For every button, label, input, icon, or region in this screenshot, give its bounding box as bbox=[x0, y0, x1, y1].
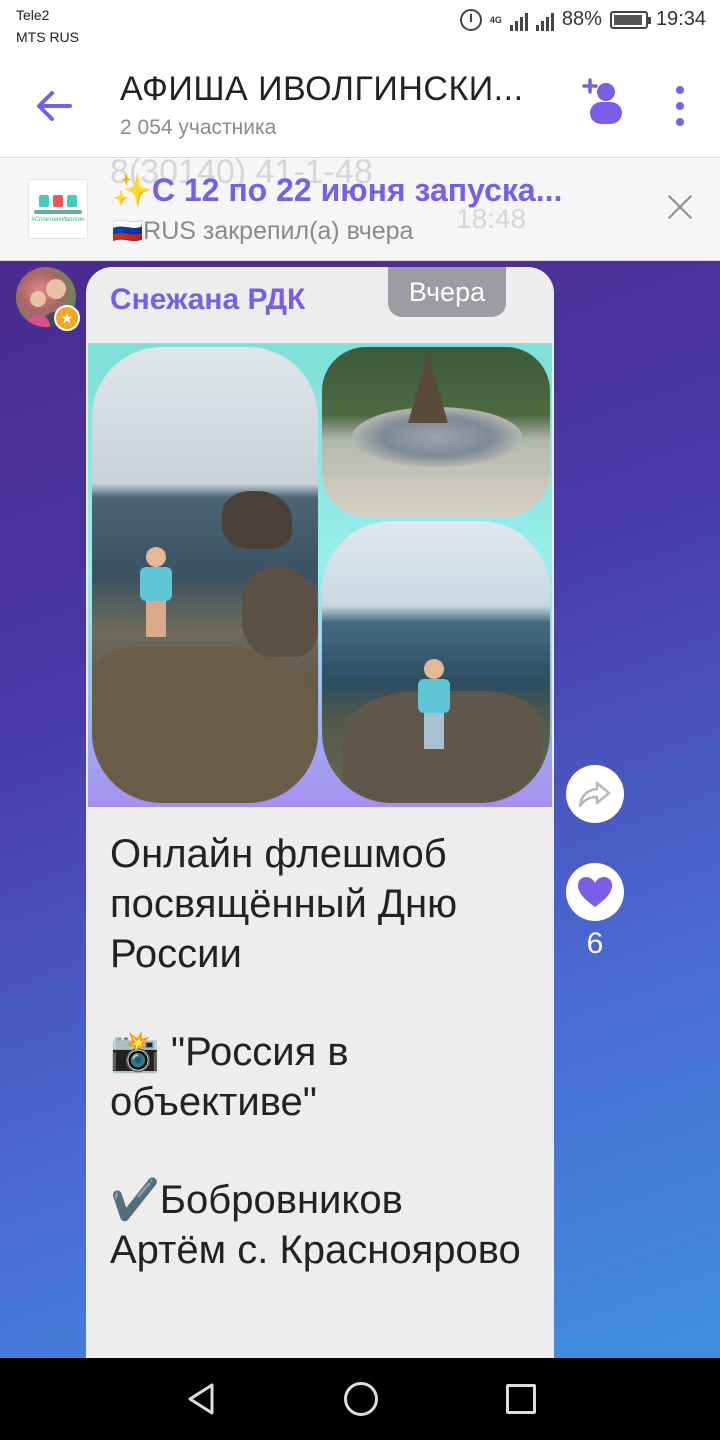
chat-header: АФИША ИВОЛГИНСКИ... 2 054 участника bbox=[0, 52, 720, 158]
system-nav-bar bbox=[0, 1358, 720, 1440]
nav-home-icon[interactable] bbox=[344, 1382, 378, 1416]
sender-name[interactable]: Снежана РДК bbox=[110, 283, 305, 317]
network-type: 4G bbox=[489, 14, 502, 25]
chat-title[interactable]: АФИША ИВОЛГИНСКИ... bbox=[120, 70, 540, 109]
message-line-2: 📸 "Россия в объективе" bbox=[110, 1030, 349, 1124]
date-chip: Вчера bbox=[388, 267, 506, 317]
status-bar: Tele2 MTS RUS 4G 88% 19:34 bbox=[0, 0, 720, 52]
clock: 19:34 bbox=[655, 8, 706, 30]
pinned-message-bar[interactable]: 8(30140) 41-1-48 18:48 #Сплетня#Иволгин … bbox=[0, 153, 720, 261]
status-icons: 4G 88% 19:34 bbox=[459, 8, 706, 31]
carrier-name-1: Tele2 bbox=[16, 7, 50, 23]
pinned-subtitle: 🇷🇺RUS закрепил(а) вчера bbox=[112, 217, 413, 246]
chat-area[interactable]: ★ Снежана РДК Онлайн флешмоб посвящённый… bbox=[0, 261, 720, 1358]
back-arrow-icon[interactable] bbox=[30, 82, 78, 130]
carrier-name-2: MTS RUS bbox=[16, 29, 79, 45]
photo-lake-boy bbox=[322, 521, 550, 803]
more-vertical-icon[interactable] bbox=[664, 86, 696, 126]
star-badge-icon: ★ bbox=[54, 305, 80, 331]
thumbnail-caption: #Сплетня#Иволгин bbox=[31, 217, 85, 223]
close-icon[interactable] bbox=[666, 193, 694, 221]
nav-recents-icon[interactable] bbox=[506, 1384, 536, 1414]
heart-icon bbox=[578, 877, 612, 907]
photo-seashore-boy bbox=[92, 347, 318, 803]
boy-figure-2 bbox=[418, 659, 450, 749]
share-arrow-icon bbox=[578, 781, 611, 808]
boy-figure bbox=[140, 547, 172, 637]
russia-flag-icon: 🇷🇺 bbox=[112, 217, 144, 245]
pinned-thumbnail: #Сплетня#Иволгин bbox=[28, 179, 88, 239]
battery-icon bbox=[609, 10, 651, 29]
photo-collage[interactable] bbox=[88, 343, 552, 807]
like-button[interactable] bbox=[566, 863, 624, 921]
photo-stone-heart bbox=[322, 347, 550, 517]
carrier-info: Tele2 MTS RUS bbox=[16, 4, 79, 48]
battery-percent: 88% bbox=[561, 8, 602, 30]
message-line-3: ✔️Бобровников Артём с. Красноярово bbox=[110, 1178, 521, 1272]
add-participant-icon[interactable] bbox=[576, 76, 632, 128]
pinned-title: ✨С 12 по 22 июня запуска... bbox=[112, 172, 563, 208]
signal-icon-2 bbox=[535, 9, 554, 31]
alarm-icon bbox=[459, 8, 482, 31]
share-button[interactable] bbox=[566, 765, 624, 823]
message-line-1: Онлайн флешмоб посвящённый Дню России bbox=[110, 832, 458, 976]
pinned-author-text: RUS закрепил(а) вчера bbox=[143, 217, 414, 245]
nav-back-icon[interactable] bbox=[186, 1382, 216, 1416]
message-bubble[interactable]: Снежана РДК Онлайн флешмоб посвящённый Д… bbox=[86, 267, 554, 1358]
participant-count[interactable]: 2 054 участника bbox=[120, 116, 276, 140]
signal-icon-1 bbox=[509, 9, 528, 31]
message-text: Онлайн флешмоб посвящённый Дню России 📸 … bbox=[110, 829, 530, 1275]
like-count: 6 bbox=[586, 927, 604, 960]
